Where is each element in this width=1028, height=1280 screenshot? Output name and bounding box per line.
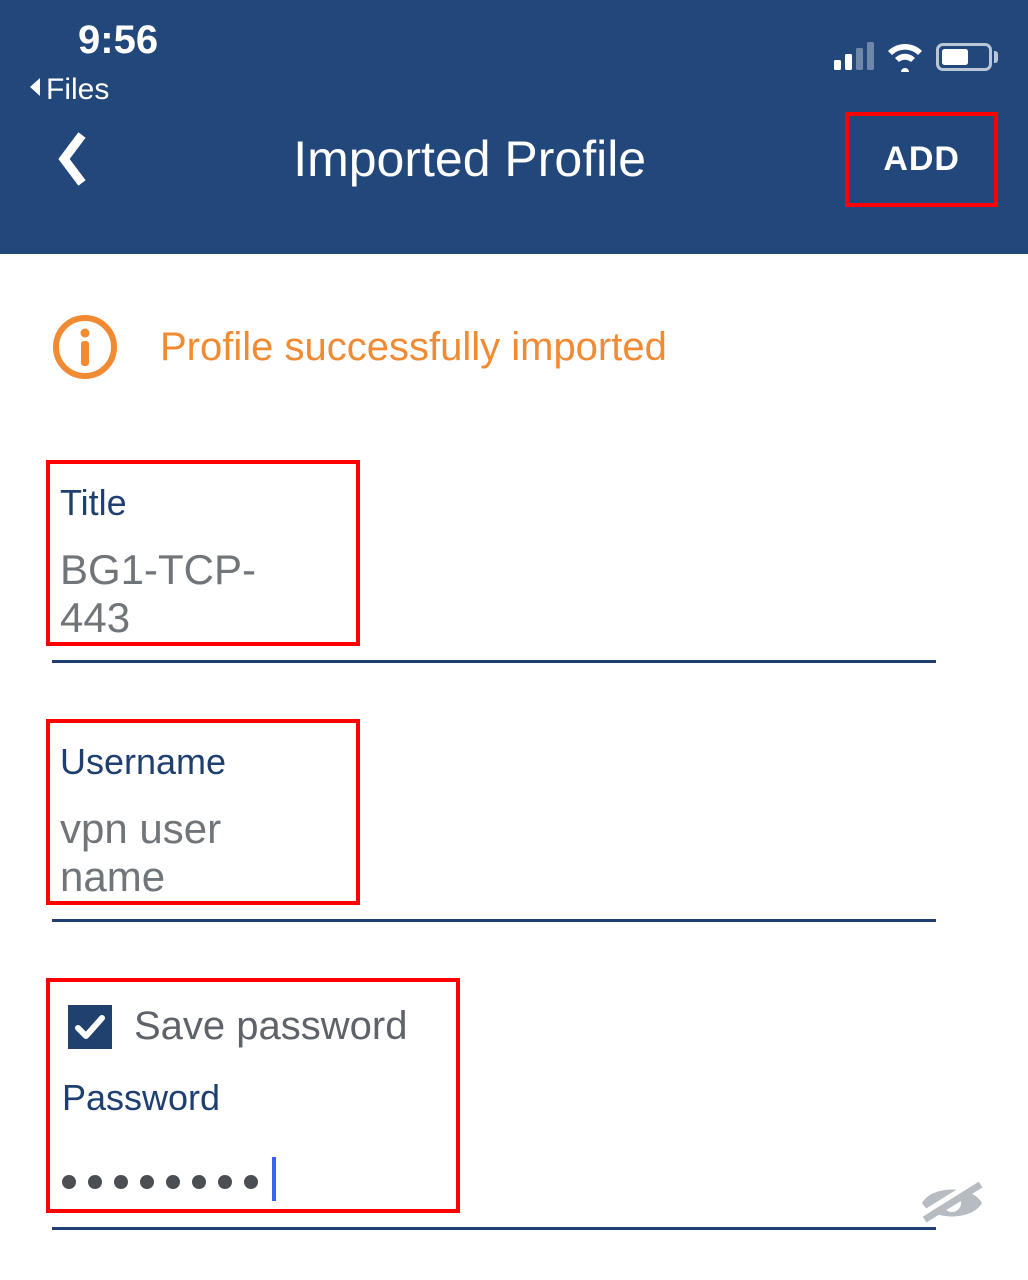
- import-success-notice: Profile successfully imported: [52, 314, 976, 380]
- username-label: Username: [60, 741, 326, 783]
- battery-icon: [936, 43, 998, 71]
- save-password-toggle[interactable]: Save password: [62, 1004, 414, 1049]
- cellular-signal-icon: [834, 44, 874, 70]
- eye-off-icon: [916, 1175, 988, 1231]
- back-button[interactable]: [50, 124, 94, 194]
- password-label: Password: [62, 1077, 414, 1119]
- back-to-app-label: Files: [46, 73, 109, 107]
- back-triangle-icon: [26, 73, 44, 107]
- toggle-password-visibility[interactable]: [916, 1175, 988, 1236]
- content-area: Profile successfully imported Title BG1-…: [0, 254, 1028, 1230]
- chevron-left-icon: [56, 131, 88, 187]
- nav-bar: Imported Profile ADD: [0, 100, 1028, 218]
- password-section: Save password Password: [52, 978, 976, 1230]
- notice-text: Profile successfully imported: [160, 325, 667, 370]
- checkbox-checked-icon: [68, 1005, 112, 1049]
- title-field: Title BG1-TCP-443: [52, 460, 976, 663]
- add-button[interactable]: ADD: [845, 112, 998, 207]
- info-icon: [52, 314, 118, 380]
- username-input[interactable]: vpn user name: [60, 805, 326, 901]
- app-header: 9:56 Files: [0, 0, 1028, 254]
- status-time: 9:56: [60, 0, 158, 63]
- title-input[interactable]: BG1-TCP-443: [60, 546, 326, 642]
- wifi-icon: [886, 42, 924, 72]
- text-cursor: [272, 1157, 276, 1201]
- username-field: Username vpn user name: [52, 719, 976, 922]
- status-bar: 9:56 Files: [0, 0, 1028, 100]
- password-input[interactable]: [62, 1141, 414, 1201]
- page-title: Imported Profile: [94, 130, 845, 188]
- save-password-label: Save password: [134, 1004, 407, 1049]
- back-to-app-button[interactable]: Files: [26, 73, 158, 107]
- title-label: Title: [60, 482, 326, 524]
